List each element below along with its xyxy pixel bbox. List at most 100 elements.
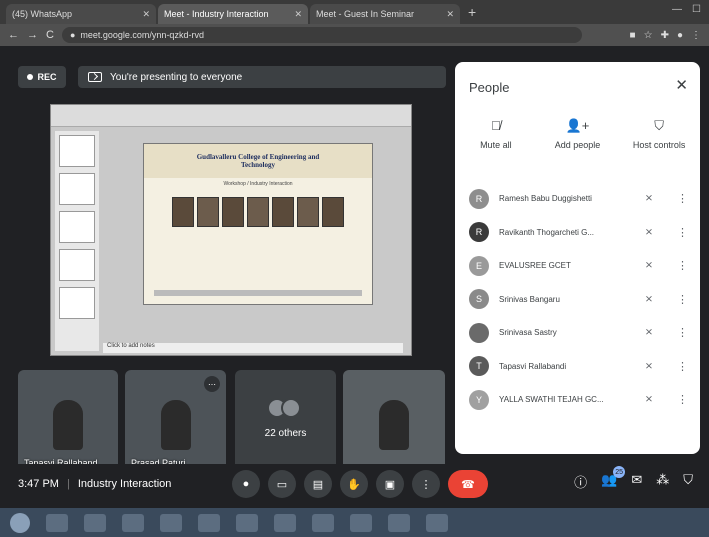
action-label: Add people [554,140,601,150]
mic-off-icon[interactable]: ⨯ [639,361,659,372]
current-time: 3:47 PM [18,478,59,490]
list-item[interactable]: T Tapasvi Rallabandi ⨯ ⋮ [455,350,700,384]
taskbar-app-icon[interactable] [46,513,68,532]
record-dot-icon [27,74,34,80]
speaker-photo [272,197,294,227]
more-vert-icon[interactable]: ⋮ [677,360,688,373]
avatar: Y [469,389,489,410]
maximize-icon[interactable]: ☐ [692,4,701,15]
taskbar-app-icon[interactable] [122,513,144,532]
list-item[interactable]: Y YALLA SWATHI TEJAH GC... ⨯ ⋮ [455,383,700,417]
activities-icon[interactable]: ⁂ [656,472,669,491]
camera-icon[interactable]: ■ [630,30,636,41]
end-call-button[interactable]: ☎ [448,470,488,498]
list-item[interactable]: Srinivasa Sastry ⨯ ⋮ [455,316,700,350]
browser-tab-meet[interactable]: Meet - Industry Interaction ✕ [158,4,308,24]
mic-off-icon[interactable]: ⨯ [639,193,659,204]
avatar: S [469,289,489,310]
captions-button[interactable]: ▤ [304,470,332,498]
divider: | [66,478,70,490]
extensions-icon[interactable]: ✚ [661,30,669,41]
close-tab-icon[interactable]: ✕ [142,9,150,20]
more-vert-icon[interactable]: ⋮ [677,259,688,272]
host-controls-button[interactable]: ⛉ Host controls [621,118,697,150]
chat-icon[interactable]: ✉ [631,472,642,491]
new-tab-icon[interactable]: + [468,4,476,20]
others-tile[interactable]: 22 others [235,370,336,474]
mic-off-icon[interactable]: ⨯ [639,394,659,405]
mute-all-button[interactable]: 🎙̸ Mute all [458,118,534,150]
panel-actions: 🎙̸ Mute all 👤+ Add people ⛉ Host control… [455,118,700,150]
participant-list: R Ramesh Babu Duggishetti ⨯ ⋮ R Ravikant… [455,182,700,417]
info-icon[interactable]: ⓘ [574,472,587,491]
star-icon[interactable]: ☆ [644,30,653,41]
avatar: R [469,188,489,209]
mic-off-icon[interactable]: ⨯ [639,294,659,305]
speaker-photo [197,197,219,227]
browser-tab-meet-2[interactable]: Meet - Guest In Seminar ✕ [310,4,460,24]
taskbar-app-icon[interactable] [160,513,182,532]
mic-off-icon[interactable]: ⨯ [639,260,659,271]
taskbar-app-icon[interactable] [350,513,372,532]
more-vert-icon[interactable]: ⋮ [677,293,688,306]
taskbar-app-icon[interactable] [388,513,410,532]
lock-icon: ● [69,30,76,40]
participant-tile[interactable]: Tapasvi Rallaband [18,370,118,474]
taskbar-app-icon[interactable] [426,513,448,532]
list-item[interactable]: R Ravikanth Thogarcheti G... ⨯ ⋮ [455,216,700,250]
back-icon[interactable]: ← [8,29,19,41]
minimize-icon[interactable]: — [672,4,682,15]
taskbar-app-icon[interactable] [312,513,334,532]
present-button[interactable]: ▣ [376,470,404,498]
slide-thumbnail [59,211,95,243]
more-vert-icon[interactable]: ⋮ [677,226,688,239]
mic-off-icon: 🎙̸ [490,118,501,133]
profile-icon[interactable]: ● [677,30,683,41]
people-panel: People ✕ 🎙̸ Mute all 👤+ Add people ⛉ Hos… [455,62,700,454]
list-item[interactable]: E EVALUSREE GCET ⨯ ⋮ [455,249,700,283]
url-field[interactable]: ● meet.google.com/ynn-qzkd-rvd [61,27,582,43]
forward-icon[interactable]: → [27,29,38,41]
slide-thumbnail [59,135,95,167]
panel-title: People [469,80,510,95]
browser-tab-whatsapp[interactable]: (45) WhatsApp ✕ [6,4,156,24]
microphone-button[interactable]: ● [232,470,260,498]
tab-title: Meet - Guest In Seminar [316,9,415,19]
slide-footer [154,290,362,296]
menu-icon[interactable]: ⋮ [691,30,701,41]
call-controls: ● ▭ ▤ ✋ ▣ ⋮ ☎ [232,470,488,498]
avatar: E [469,255,489,276]
start-icon[interactable] [10,512,30,533]
close-tab-icon[interactable]: ✕ [294,9,302,20]
taskbar-app-icon[interactable] [84,513,106,532]
rec-label: REC [37,72,57,82]
more-options-icon[interactable]: ⋯ [204,376,220,392]
recording-indicator[interactable]: REC [18,66,66,88]
close-tab-icon[interactable]: ✕ [446,9,454,20]
more-options-button[interactable]: ⋮ [412,470,440,498]
mic-off-icon[interactable]: ⨯ [639,327,659,338]
participant-tile[interactable]: ⋯ Prasad Paturi [125,370,226,474]
taskbar-app-icon[interactable] [236,513,258,532]
reload-icon[interactable]: C [46,29,54,41]
people-button[interactable]: 👥 25 [601,466,626,491]
more-vert-icon[interactable]: ⋮ [677,393,688,406]
taskbar-app-icon[interactable] [274,513,296,532]
avatar: T [469,356,489,377]
participant-name: Tapasvi Rallabandi [499,361,567,371]
close-icon[interactable]: ✕ [675,76,688,94]
more-vert-icon: ⋮ [420,478,432,491]
camera-button[interactable]: ▭ [268,470,296,498]
mic-off-icon[interactable]: ⨯ [639,227,659,238]
more-vert-icon[interactable]: ⋮ [677,326,688,339]
add-people-button[interactable]: 👤+ Add people [539,118,615,150]
avatar [469,322,489,343]
list-item[interactable]: S Srinivas Bangaru ⨯ ⋮ [455,283,700,317]
raise-hand-button[interactable]: ✋ [340,470,368,498]
meeting-name[interactable]: Industry Interaction [78,478,172,490]
more-vert-icon[interactable]: ⋮ [677,192,688,205]
taskbar-app-icon[interactable] [198,513,220,532]
participant-tile[interactable] [343,370,445,474]
list-item[interactable]: R Ramesh Babu Duggishetti ⨯ ⋮ [455,182,700,216]
host-controls-icon[interactable]: ⛉ [683,472,693,491]
